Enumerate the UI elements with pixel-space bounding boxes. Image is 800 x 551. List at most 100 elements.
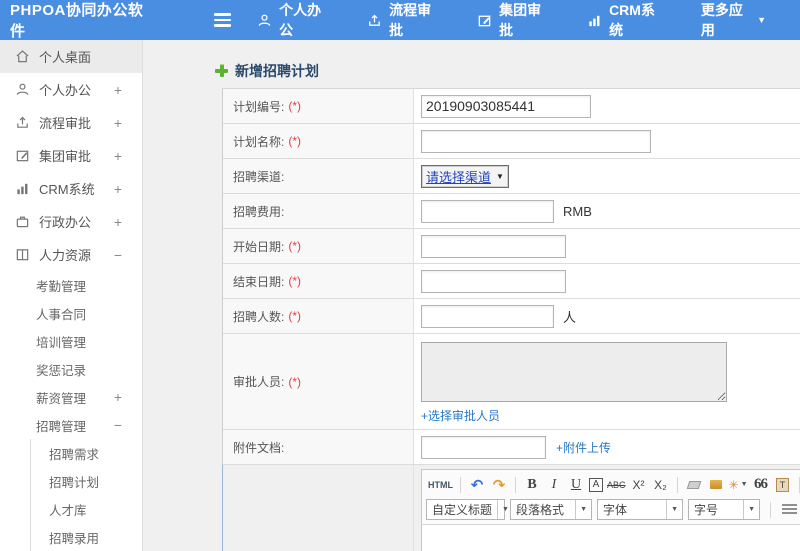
caret-down-icon: ▼ [496,171,504,181]
edit-square-icon [14,148,30,163]
sidebar-item-label: 考勤管理 [36,279,87,294]
start-date-input[interactable] [421,234,566,258]
caret-down-icon: ▼ [743,500,759,519]
plan-number-input[interactable] [421,94,591,118]
page-title-text: 新增招聘计划 [235,62,319,79]
sidebar-item-recruit-demand[interactable]: 招聘需求 [31,439,142,467]
expander-plus[interactable]: + [114,214,122,230]
bar-chart-icon [14,181,30,196]
redo-icon[interactable]: ↷ [490,475,508,495]
subscript-button[interactable]: X₂ [652,475,670,495]
caret-down-icon: ▼ [666,500,682,519]
sidebar-item-label: 个人办公 [39,83,92,98]
sidebar-item-process-approval[interactable]: 流程审批 + [0,106,142,139]
sidebar-item-personal-desktop[interactable]: 个人桌面 [0,40,142,73]
headcount-input[interactable] [421,304,554,328]
form-row: 招聘人数: (*) 人 [223,299,800,334]
fee-input[interactable] [421,199,554,223]
form-row-editor: HTML ↶ ↷ B I U A ABC X² X₂ ✳ ▼ 66 T 自定义标… [222,465,800,551]
sidebar-item-hr-contract[interactable]: 人事合同 [0,299,142,327]
bold-button[interactable]: B [523,475,541,495]
currency-suffix: RMB [563,203,592,219]
sidebar-item-recruit-hire[interactable]: 招聘录用 [31,523,142,551]
channel-select[interactable]: 请选择渠道 ▼ [421,164,509,188]
nav-item-personal-office[interactable]: 个人办公 [257,0,333,40]
approver-textarea[interactable] [421,342,727,402]
strikethrough-button[interactable]: ABC [607,475,626,495]
briefcase-icon [14,214,30,229]
home-icon [14,49,30,64]
sidebar-item-label: 奖惩记录 [36,363,87,378]
paste-text-icon[interactable]: T [774,475,792,495]
form-row: 开始日期: (*) [223,229,800,264]
nav-item-label: 个人办公 [279,2,322,38]
font-size-dropdown[interactable]: 字号 ▼ [688,499,760,520]
sidebar-item-crm[interactable]: CRM系统 + [0,172,142,205]
nav-item-process-approval[interactable]: 流程审批 [367,0,443,40]
form-row: 审批人员: (*) +选择审批人员 [223,334,800,430]
nav-item-group-approval[interactable]: 集团审批 [477,0,553,40]
sidebar-item-training[interactable]: 培训管理 [0,327,142,355]
sidebar-item-admin-office[interactable]: 行政办公 + [0,205,142,238]
attachment-input[interactable] [421,435,546,459]
sidebar-item-talent-pool[interactable]: 人才库 [31,495,142,523]
required-marker: (*) [288,309,302,323]
select-approver-link[interactable]: +选择审批人员 [421,407,500,424]
sidebar-item-human-resources[interactable]: 人力资源 − [0,238,142,271]
required-marker: (*) [288,239,302,253]
hamburger-menu-icon[interactable] [214,10,232,30]
required-marker: (*) [288,99,302,113]
expander-plus[interactable]: + [114,181,122,197]
form-row: 计划编号: (*) [223,89,800,124]
main-content: 新增招聘计划 计划编号:(*) 计划名称:(*) 招聘渠道: 请选择渠道 ▼ [143,40,800,551]
expander-minus[interactable]: − [114,247,122,263]
attachment-upload-link[interactable]: +附件上传 [556,439,611,456]
plan-name-input[interactable] [421,129,651,153]
recruitment-plan-form: 计划编号:(*) 计划名称:(*) 招聘渠道: 请选择渠道 ▼ 招聘费用: RM… [222,88,800,551]
process-icon [14,115,30,130]
format-painter-icon[interactable] [707,475,725,495]
undo-icon[interactable]: ↶ [468,475,486,495]
format-clear-icon[interactable] [685,475,703,495]
form-row: 计划名称: (*) [223,124,800,159]
form-row: 结束日期: (*) [223,264,800,299]
sidebar-item-attendance[interactable]: 考勤管理 [0,271,142,299]
html-source-button[interactable]: HTML [428,475,453,495]
sidebar-item-recruitment[interactable]: 招聘管理 − [0,411,142,439]
editor-content-area[interactable] [422,524,800,551]
sidebar-item-personal-office[interactable]: 个人办公 + [0,73,142,106]
field-label: 审批人员: [233,375,285,389]
process-icon [367,13,382,28]
sidebar-item-recruit-plan[interactable]: 招聘计划 [31,467,142,495]
nav-item-more-apps[interactable]: 更多应用 ▼ [701,0,766,40]
paragraph-format-dropdown[interactable]: 段落格式 ▼ [510,499,592,520]
sidebar-item-salary[interactable]: 薪资管理 + [0,383,142,411]
editor-toolbar: HTML ↶ ↷ B I U A ABC X² X₂ ✳ ▼ 66 T 自定义标… [422,470,800,524]
sidebar-item-label: 招聘需求 [49,447,100,462]
underline-button[interactable]: U [567,475,585,495]
unit-suffix: 人 [563,309,577,325]
align-left-icon[interactable] [782,504,797,515]
auto-format-icon[interactable]: ✳ ▼ [729,475,748,495]
blockquote-button[interactable]: 66 [752,475,770,495]
autotypeset-button[interactable]: A [589,477,603,492]
expander-plus[interactable]: + [114,82,122,98]
expander-plus[interactable]: + [114,389,122,405]
expander-plus[interactable]: + [114,115,122,131]
sidebar-item-group-approval[interactable]: 集团审批 + [0,139,142,172]
custom-title-dropdown[interactable]: 自定义标题 ▼ [426,499,509,520]
required-marker: (*) [288,134,302,148]
end-date-input[interactable] [421,269,566,293]
sidebar-item-rewards[interactable]: 奖惩记录 [0,355,142,383]
nav-item-label: 更多应用 [700,2,743,38]
field-label: 附件文档: [233,440,285,455]
expander-plus[interactable]: + [114,148,122,164]
superscript-button[interactable]: X² [630,475,648,495]
sidebar-item-label: 行政办公 [39,215,92,230]
font-family-dropdown[interactable]: 字体 ▼ [597,499,683,520]
italic-button[interactable]: I [545,475,563,495]
hr-submenu: 考勤管理 人事合同 培训管理 奖惩记录 薪资管理 + 招聘管理 − 招聘需求 招聘计… [0,271,142,551]
nav-item-crm[interactable]: CRM系统 [587,0,667,40]
expander-minus[interactable]: − [114,417,122,433]
user-icon [14,82,30,97]
